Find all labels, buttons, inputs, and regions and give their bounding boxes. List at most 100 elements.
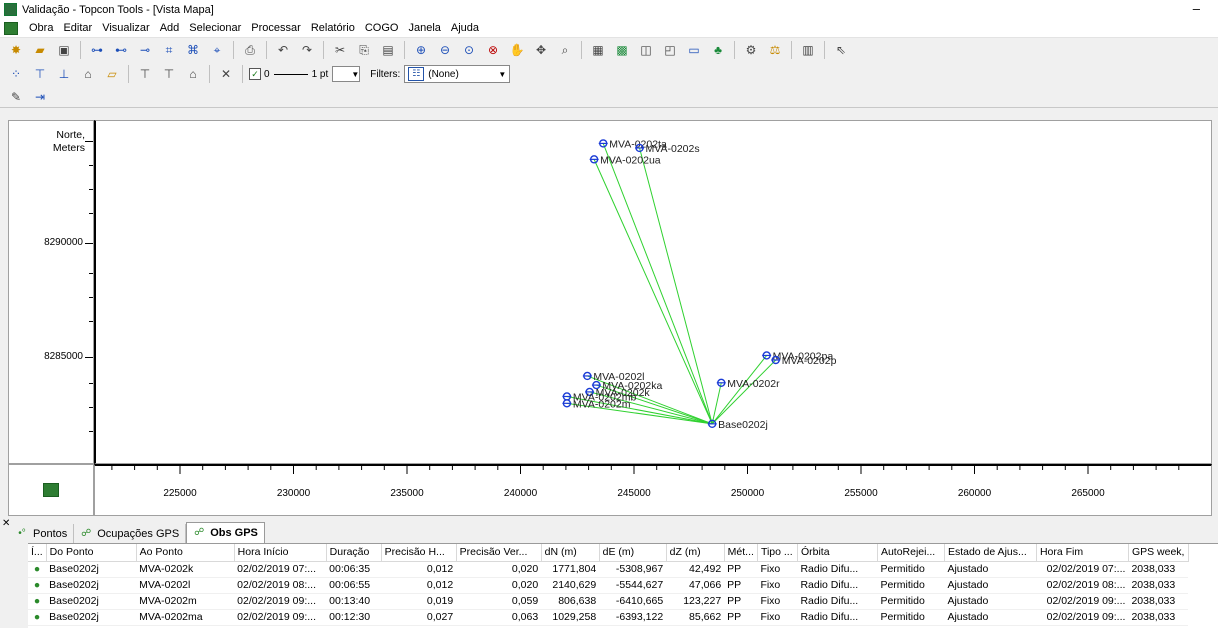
- table-cell: 02/02/2019 09:...: [1036, 609, 1129, 626]
- edit-area-icon[interactable]: ⌂: [183, 65, 203, 83]
- delete-icon[interactable]: ✕: [216, 65, 236, 83]
- tabular-view-icon[interactable]: ▦: [588, 41, 608, 59]
- report-view-icon[interactable]: ▭: [684, 41, 704, 59]
- map-point[interactable]: MVA-0202r: [716, 378, 780, 390]
- map-point[interactable]: MVA-0202ua: [589, 154, 661, 166]
- x-tick-label: 250000: [731, 488, 765, 499]
- paste-icon[interactable]: ▤: [378, 41, 398, 59]
- process-icon[interactable]: ⚙: [741, 41, 761, 59]
- column-header[interactable]: Precisão H...: [381, 544, 457, 562]
- menu-janela[interactable]: Janela: [403, 22, 445, 34]
- table-row[interactable]: ● Base0202j MVA-0202ma 02/02/2019 09:... 00:…: [28, 609, 1189, 626]
- column-header[interactable]: Hora Fim: [1036, 544, 1129, 562]
- column-header[interactable]: dN (m): [541, 544, 600, 562]
- occupation-view-icon[interactable]: ◰: [660, 41, 680, 59]
- table-row[interactable]: ● Base0202j MVA-0202l 02/02/2019 08:... 00:0…: [28, 577, 1189, 594]
- menu-selecionar[interactable]: Selecionar: [184, 22, 246, 34]
- y-tick-label: 8290000: [44, 237, 83, 248]
- pan-hand-icon[interactable]: ✋: [507, 41, 527, 59]
- column-header[interactable]: Duração: [326, 544, 382, 562]
- link-icon[interactable]: ⌗: [159, 41, 179, 59]
- add-line-icon[interactable]: ⊤: [30, 65, 50, 83]
- open-icon[interactable]: ▰: [30, 41, 50, 59]
- connect-icon[interactable]: ⌘: [183, 41, 203, 59]
- move-point-icon[interactable]: ⊤: [159, 65, 179, 83]
- properties-icon[interactable]: ▥: [798, 41, 818, 59]
- device-icon[interactable]: ⌖: [207, 41, 227, 59]
- zoom-in-icon[interactable]: ⊕: [411, 41, 431, 59]
- map-point[interactable]: MVA-0202p: [771, 355, 837, 367]
- column-header[interactable]: AutoRejei...: [877, 544, 945, 562]
- export-icon[interactable]: ⊸: [135, 41, 155, 59]
- menu-cogo[interactable]: COGO: [360, 22, 404, 34]
- menu-relatorio[interactable]: Relatório: [306, 22, 360, 34]
- column-header[interactable]: GPS week,: [1128, 544, 1189, 562]
- menu-processar[interactable]: Processar: [246, 22, 306, 34]
- column-header[interactable]: Í...: [28, 544, 47, 562]
- column-header[interactable]: Ao Ponto: [136, 544, 235, 562]
- filter-dropdown[interactable]: ☷ (None) ▼: [404, 65, 511, 83]
- line-width-dropdown[interactable]: ▼: [332, 66, 361, 82]
- mdi-child-icon[interactable]: [4, 21, 18, 35]
- column-header[interactable]: dE (m): [599, 544, 667, 562]
- column-header[interactable]: Precisão Ver...: [456, 544, 542, 562]
- table-row[interactable]: ● Base0202j MVA-0202k 02/02/2019 07:... 00:0…: [28, 561, 1189, 578]
- table-cell: Radio Difu...: [797, 561, 878, 578]
- adjust-icon[interactable]: ⚖: [765, 41, 785, 59]
- redo-icon[interactable]: ↷: [297, 41, 317, 59]
- save-icon[interactable]: ▣: [54, 41, 74, 59]
- line-visible-checkbox[interactable]: ✓: [249, 68, 261, 80]
- zoom-window-icon[interactable]: ⊙: [459, 41, 479, 59]
- map-view-icon[interactable]: [43, 483, 59, 497]
- minimize-button[interactable]: –: [1193, 1, 1200, 16]
- import-icon[interactable]: ⊶: [87, 41, 107, 59]
- map-point[interactable]: MVA-0202s: [635, 143, 700, 155]
- column-header[interactable]: Do Ponto: [46, 544, 137, 562]
- map-canvas[interactable]: MVA-0202ta MVA-0202s MVA-0202ua MVA-0202pa M…: [94, 120, 1212, 464]
- map-svg[interactable]: MVA-0202taMVA-0202sMVA-0202uaMVA-0202paM…: [96, 121, 1212, 463]
- add-area-icon[interactable]: ⌂: [78, 65, 98, 83]
- table-row[interactable]: ● Base0202j MVA-0202m 02/02/2019 09:... 00:1…: [28, 593, 1189, 610]
- tab-ocupacoes-gps[interactable]: ☍ Ocupações GPS: [74, 524, 187, 543]
- menu-visualizar[interactable]: Visualizar: [97, 22, 155, 34]
- copy-icon[interactable]: ⎘: [354, 41, 374, 59]
- print-icon[interactable]: ⎙: [240, 41, 260, 59]
- edit-pencil-icon[interactable]: ✎: [6, 88, 26, 106]
- snap-icon[interactable]: ⇥: [30, 88, 50, 106]
- add-polyline-icon[interactable]: ⊥: [54, 65, 74, 83]
- column-header[interactable]: Hora Início: [234, 544, 327, 562]
- map-point[interactable]: MVA-0202m: [562, 398, 631, 410]
- zoom-extents-icon[interactable]: ⊗: [483, 41, 503, 59]
- column-header[interactable]: Órbita: [797, 544, 878, 562]
- menu-editar[interactable]: Editar: [58, 22, 97, 34]
- cad-view-icon[interactable]: ◫: [636, 41, 656, 59]
- zoom-out-icon[interactable]: ⊖: [435, 41, 455, 59]
- menu-obra[interactable]: Obra: [24, 22, 58, 34]
- column-header[interactable]: Tipo ...: [757, 544, 798, 562]
- pan-arrows-icon[interactable]: ✥: [531, 41, 551, 59]
- cut-icon[interactable]: ✂: [330, 41, 350, 59]
- edit-point-icon[interactable]: ⊤: [135, 65, 155, 83]
- import-gps-icon[interactable]: ⊷: [111, 41, 131, 59]
- column-header[interactable]: dZ (m): [666, 544, 725, 562]
- map-view-icon[interactable]: ▩: [612, 41, 632, 59]
- table-cell: PP: [724, 593, 758, 610]
- line-style-preview[interactable]: [273, 73, 308, 75]
- tab-pontos[interactable]: •° Pontos: [10, 524, 75, 543]
- map-point[interactable]: Base0202j: [707, 419, 768, 431]
- toolbar-separator: [209, 65, 210, 83]
- add-surface-icon[interactable]: ▱: [102, 65, 122, 83]
- menu-ajuda[interactable]: Ajuda: [446, 22, 484, 34]
- new-job-icon[interactable]: ✸: [6, 41, 26, 59]
- column-header[interactable]: Mét...: [724, 544, 758, 562]
- tab-obs-gps[interactable]: ☍ Obs GPS: [186, 522, 265, 543]
- add-point-icon[interactable]: ⁘: [6, 65, 26, 83]
- column-header[interactable]: Estado de Ajus...: [944, 544, 1037, 562]
- menu-add[interactable]: Add: [155, 22, 185, 34]
- table-cell: Fixo: [757, 561, 798, 578]
- help-pointer-icon[interactable]: ⇖: [831, 41, 851, 59]
- undo-icon[interactable]: ↶: [273, 41, 293, 59]
- gps-vector-line[interactable]: [711, 359, 777, 425]
- tree-icon[interactable]: ♣: [708, 41, 728, 59]
- zoom-previous-icon[interactable]: ⌕: [555, 41, 575, 59]
